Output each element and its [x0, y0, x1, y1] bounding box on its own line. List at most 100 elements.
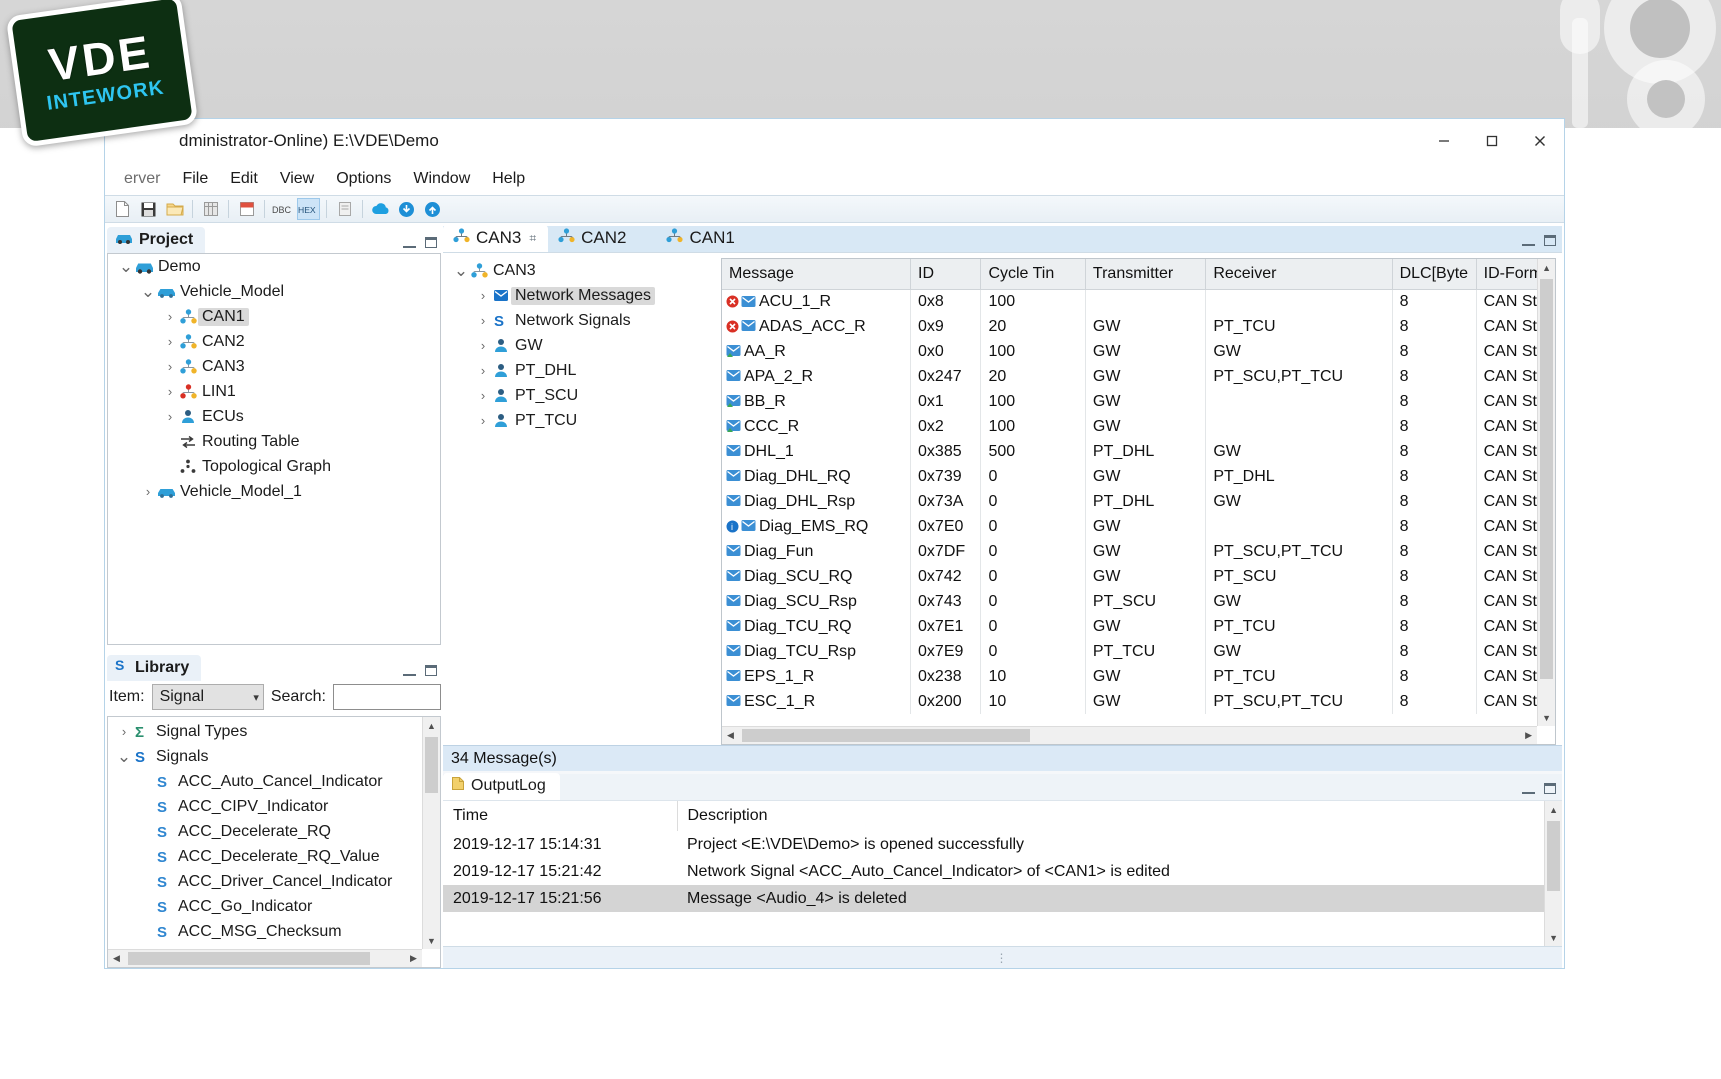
menu-item-help[interactable]: Help — [481, 167, 536, 191]
scroll-up-icon[interactable]: ▲ — [1538, 259, 1555, 276]
table-row[interactable]: EPS_1_R0x23810GWPT_TCU8CAN Stan... — [722, 664, 1556, 689]
maximize-button[interactable] — [1468, 119, 1516, 163]
table-row[interactable]: ESC_1_R0x20010GWPT_SCU,PT_TCU8CAN Stan..… — [722, 689, 1556, 714]
tree-item[interactable]: › S Network Signals — [443, 308, 721, 333]
table-row[interactable]: AA_R0x0100GWGW8CAN Stan... — [722, 339, 1556, 364]
item-type-select[interactable]: Signal ▾ — [151, 684, 264, 710]
table-row[interactable]: Diag_DHL_Rsp0x73A0PT_DHLGW8CAN Stan... — [722, 489, 1556, 514]
tree-item[interactable]: › PT_SCU — [443, 383, 721, 408]
project-tree[interactable]: ⌄ Demo ⌄ Vehicle_Model › CAN1 › CAN2 › CAN3 › LIN1 ›… — [107, 253, 441, 645]
chevron-right-icon[interactable]: › — [162, 334, 178, 349]
col-id[interactable]: ID — [910, 259, 982, 290]
tab-can3[interactable]: CAN3 ⌗ — [443, 225, 549, 252]
log-row[interactable]: 2019-12-17 15:21:56 Message <Audio_4> is … — [443, 885, 1562, 912]
maximize-panel-icon[interactable] — [425, 665, 437, 676]
tree-item[interactable]: S ACC_CIPV_Indicator — [108, 794, 440, 819]
minimize-button[interactable] — [1420, 119, 1468, 163]
table-row[interactable]: Diag_SCU_RQ0x7420GWPT_SCU8CAN Stan... — [722, 564, 1556, 589]
tab-can2[interactable]: CAN2 — [548, 225, 638, 252]
tab-project[interactable]: Project — [107, 227, 206, 253]
chevron-down-icon[interactable]: ⌄ — [118, 258, 134, 275]
message-table-horizontal-scrollbar[interactable]: ◀ ▶ — [722, 726, 1538, 744]
table-row[interactable]: ACU_1_R0x81008CAN Stan... — [722, 289, 1556, 314]
log-row[interactable]: 2019-12-17 15:21:42 Network Signal <ACC_A… — [443, 858, 1562, 885]
minimize-panel-icon[interactable] — [403, 237, 416, 248]
close-button[interactable] — [1516, 119, 1564, 163]
scroll-thumb[interactable] — [1547, 821, 1561, 891]
tree-item[interactable]: S ACC_MSG_Checksum — [108, 919, 440, 944]
tree-item[interactable]: S ACC_Decelerate_RQ_Value — [108, 844, 440, 869]
import-dbc-icon[interactable]: DBC — [271, 198, 294, 220]
maximize-panel-icon[interactable] — [1544, 235, 1557, 246]
scroll-right-icon[interactable]: ▶ — [405, 950, 422, 967]
chevron-right-icon[interactable]: › — [475, 363, 491, 378]
tab-can1[interactable]: CAN1 — [656, 225, 746, 252]
report-icon[interactable] — [333, 198, 356, 220]
table-row[interactable]: Diag_TCU_Rsp0x7E90PT_TCUGW8CAN Stan... — [722, 639, 1556, 664]
chevron-right-icon[interactable]: › — [475, 388, 491, 403]
scroll-left-icon[interactable]: ◀ — [722, 727, 739, 744]
tab-library[interactable]: S Library — [107, 655, 202, 681]
table-row[interactable]: Diag_DHL_RQ0x7390GWPT_DHL8CAN Stan... — [722, 464, 1556, 489]
tree-item[interactable]: ⌄ CAN3 — [443, 258, 721, 283]
save-icon[interactable] — [137, 198, 160, 220]
chevron-down-icon[interactable]: ⌄ — [453, 262, 469, 279]
search-input[interactable] — [333, 684, 441, 710]
col-cycle-time[interactable]: Cycle Tin — [980, 259, 1086, 290]
tree-item[interactable]: ⌄ Demo — [108, 254, 440, 279]
table-row[interactable]: APA_2_R0x24720GWPT_SCU,PT_TCU8CAN Stan..… — [722, 364, 1556, 389]
cloud-icon[interactable] — [369, 198, 392, 220]
tree-item[interactable]: › Σ Signal Types — [108, 719, 440, 744]
scroll-left-icon[interactable]: ◀ — [108, 950, 125, 967]
chevron-down-icon[interactable]: ⌄ — [140, 283, 156, 300]
chevron-right-icon[interactable]: › — [475, 313, 491, 328]
maximize-panel-icon[interactable] — [425, 237, 437, 248]
chevron-right-icon[interactable]: › — [140, 484, 156, 499]
maximize-panel-icon[interactable] — [1544, 783, 1557, 794]
scroll-down-icon[interactable]: ▼ — [423, 932, 440, 949]
chevron-right-icon[interactable]: › — [162, 309, 178, 324]
log-row[interactable]: 2019-12-17 15:14:31 Project <E:\VDE\Demo>… — [443, 831, 1562, 858]
tree-item[interactable]: Topological Graph — [108, 454, 440, 479]
new-file-icon[interactable] — [111, 198, 134, 220]
tree-item[interactable]: › CAN2 — [108, 329, 440, 354]
tree-item[interactable]: › ECUs — [108, 404, 440, 429]
message-table-vertical-scrollbar[interactable]: ▲ ▼ — [1537, 259, 1556, 726]
table-row[interactable]: iDiag_EMS_RQ0x7E00GW8CAN Stan... — [722, 514, 1556, 539]
col-receiver[interactable]: Receiver — [1205, 259, 1393, 290]
export-hex-icon[interactable]: HEX — [297, 198, 320, 220]
minimize-panel-icon[interactable] — [1522, 783, 1536, 794]
minimize-panel-icon[interactable] — [1522, 235, 1536, 246]
library-horizontal-scrollbar[interactable]: ◀ ▶ — [108, 949, 422, 967]
menu-item-window[interactable]: Window — [402, 167, 481, 191]
col-transmitter[interactable]: Transmitter — [1085, 259, 1207, 290]
table-delete-icon[interactable] — [235, 198, 258, 220]
tree-item[interactable]: › CAN1 — [108, 304, 440, 329]
tree-item[interactable]: ⌄ Vehicle_Model — [108, 279, 440, 304]
chevron-right-icon[interactable]: › — [116, 724, 132, 739]
table-row[interactable]: BB_R0x1100GW8CAN Stan... — [722, 389, 1556, 414]
col-description[interactable]: Description — [677, 801, 1563, 831]
tree-item[interactable]: › PT_DHL — [443, 358, 721, 383]
table-row[interactable]: DHL_10x385500PT_DHLGW8CAN Stan... — [722, 439, 1556, 464]
menu-item-options[interactable]: Options — [325, 167, 402, 191]
output-log-vertical-scrollbar[interactable]: ▲ ▼ — [1544, 801, 1563, 946]
tree-item[interactable]: S ACC_Driver_Cancel_Indicator — [108, 869, 440, 894]
can-network-tree[interactable]: ⌄ CAN3 › Network Messages › S Network Signals ›… — [443, 253, 721, 745]
chevron-right-icon[interactable]: › — [475, 288, 491, 303]
tree-item[interactable]: S ACC_Decelerate_RQ — [108, 819, 440, 844]
menu-item-view[interactable]: View — [269, 167, 325, 191]
table-row[interactable]: Diag_Fun0x7DF0GWPT_SCU,PT_TCU8CAN Stan..… — [722, 539, 1556, 564]
upload-icon[interactable] — [421, 198, 444, 220]
chevron-down-icon[interactable]: ⌄ — [116, 748, 132, 765]
tree-item[interactable]: ⌄ S Signals — [108, 744, 440, 769]
col-message[interactable]: Message — [722, 259, 912, 290]
download-icon[interactable] — [395, 198, 418, 220]
menu-item-edit[interactable]: Edit — [219, 167, 269, 191]
col-time[interactable]: Time — [443, 801, 678, 831]
scroll-up-icon[interactable]: ▲ — [1545, 801, 1562, 818]
tree-item[interactable]: › Network Messages — [443, 283, 721, 308]
tree-item[interactable]: Routing Table — [108, 429, 440, 454]
tree-item[interactable]: › GW — [443, 333, 721, 358]
scroll-up-icon[interactable]: ▲ — [423, 717, 440, 734]
